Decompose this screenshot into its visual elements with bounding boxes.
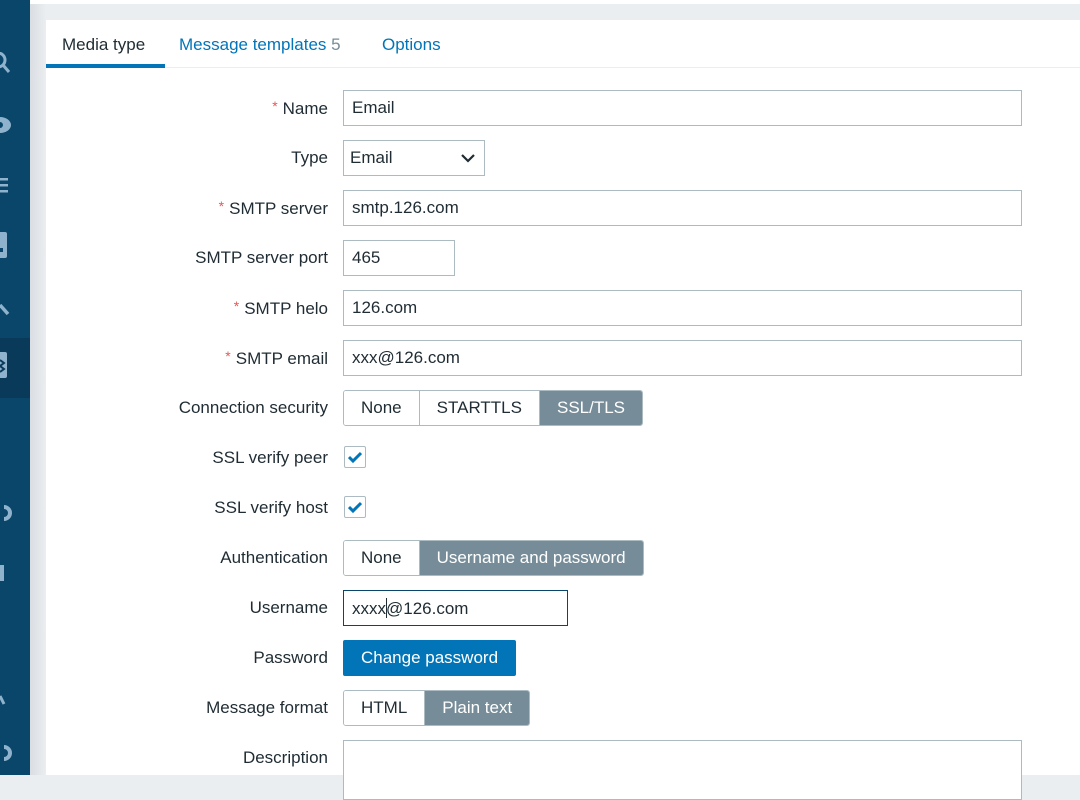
tab-options[interactable]: Options <box>382 35 441 55</box>
authentication-label: Authentication <box>220 548 328 567</box>
type-label: Type <box>291 148 328 167</box>
name-input[interactable] <box>343 90 1022 126</box>
smtp-email-input[interactable] <box>343 340 1022 376</box>
form-row-description: Description <box>46 740 1080 800</box>
help-icon[interactable] <box>0 745 12 761</box>
form-row-authentication: Authentication None Username and passwor… <box>46 540 1080 576</box>
connection-security-starttls[interactable]: STARTTLS <box>419 391 540 425</box>
tab-bar: Media type Message templates 5 Options <box>46 20 1080 68</box>
ssl-verify-host-checkbox[interactable] <box>344 496 366 518</box>
chevron-down-icon <box>461 154 475 163</box>
type-select-value: Email <box>350 148 393 167</box>
tab-label: Message templates <box>179 35 327 54</box>
description-textarea[interactable] <box>343 740 1022 800</box>
type-select[interactable]: Email <box>343 140 485 176</box>
ssl-verify-host-label: SSL verify host <box>214 498 328 517</box>
connection-security-label: Connection security <box>178 398 328 417</box>
name-label: * Name <box>272 98 328 118</box>
form-row-name: * Name <box>46 90 1080 126</box>
username-value: xxxx <box>352 599 386 618</box>
form-row-smtp-port: SMTP server port <box>46 240 1080 276</box>
message-format-label: Message format <box>206 698 328 717</box>
change-password-button[interactable]: Change password <box>343 640 517 676</box>
form-row-type: Type Email <box>46 140 1080 176</box>
form-row-username: Username xxxx@126.com <box>46 590 1080 626</box>
wrench-icon[interactable] <box>0 302 12 318</box>
tab-count-badge: 5 <box>331 35 341 54</box>
form-row-smtp-helo: * SMTP helo <box>46 290 1080 326</box>
smtp-helo-input[interactable] <box>343 290 1022 326</box>
form-row-ssl-verify-peer: SSL verify peer <box>46 440 1080 476</box>
message-format-toggle: HTML Plain text <box>343 690 531 726</box>
smtp-port-input[interactable] <box>343 240 455 276</box>
tab-message-templates[interactable]: Message templates 5 <box>179 35 341 55</box>
message-format-html[interactable]: HTML <box>344 691 426 725</box>
sidebar <box>0 0 30 775</box>
gear-icon[interactable] <box>0 352 12 380</box>
smtp-server-input[interactable] <box>343 190 1022 226</box>
username-value: @126.com <box>386 599 469 618</box>
eye-icon[interactable] <box>0 115 12 135</box>
active-tab-indicator <box>46 64 165 68</box>
tab-label: Options <box>382 35 441 54</box>
description-label: Description <box>242 748 328 767</box>
smtp-server-label: * SMTP server <box>218 198 328 218</box>
search-icon[interactable] <box>0 52 12 76</box>
form-row-password: Password Change password <box>46 640 1080 676</box>
tab-media-type[interactable]: Media type <box>62 35 145 55</box>
password-label: Password <box>253 648 328 667</box>
username-input[interactable]: xxxx@126.com <box>343 590 568 626</box>
required-asterisk: * <box>218 198 225 214</box>
user-icon[interactable] <box>0 694 12 706</box>
smtp-port-label: SMTP server port <box>195 248 328 267</box>
list-icon[interactable] <box>0 176 12 194</box>
ssl-verify-peer-checkbox[interactable] <box>344 446 366 468</box>
required-asterisk: * <box>233 298 240 314</box>
authentication-username-password[interactable]: Username and password <box>419 541 643 575</box>
connection-security-none[interactable]: None <box>344 391 420 425</box>
required-asterisk: * <box>225 348 231 364</box>
tab-label: Media type <box>62 35 146 54</box>
message-format-plain-text[interactable]: Plain text <box>425 691 530 725</box>
sidebar-shadow <box>30 0 46 775</box>
form-row-connection-security: Connection security None STARTTLS SSL/TL… <box>46 390 1080 426</box>
username-label: Username <box>249 598 328 617</box>
required-asterisk: * <box>272 98 278 114</box>
top-strip <box>30 0 1080 4</box>
authentication-none[interactable]: None <box>344 541 420 575</box>
form-row-ssl-verify-host: SSL verify host <box>46 490 1080 526</box>
checkmark-icon <box>348 451 362 463</box>
form-row-message-format: Message format HTML Plain text <box>46 690 1080 726</box>
form-row-smtp-email: * SMTP email <box>46 340 1080 376</box>
reports-icon[interactable] <box>0 232 12 260</box>
share-icon[interactable] <box>0 563 12 583</box>
form-row-smtp-server: * SMTP server <box>46 190 1080 226</box>
smtp-helo-label: * SMTP helo <box>233 298 328 318</box>
support-icon[interactable] <box>0 505 12 521</box>
smtp-email-label: * SMTP email <box>225 348 328 368</box>
authentication-toggle: None Username and password <box>343 540 644 576</box>
ssl-verify-peer-label: SSL verify peer <box>212 448 328 467</box>
connection-security-toggle: None STARTTLS SSL/TLS <box>343 390 644 426</box>
checkmark-icon <box>348 501 362 513</box>
media-type-form-panel: Media type Message templates 5 Options *… <box>46 20 1080 800</box>
connection-security-ssl-tls[interactable]: SSL/TLS <box>539 391 643 425</box>
